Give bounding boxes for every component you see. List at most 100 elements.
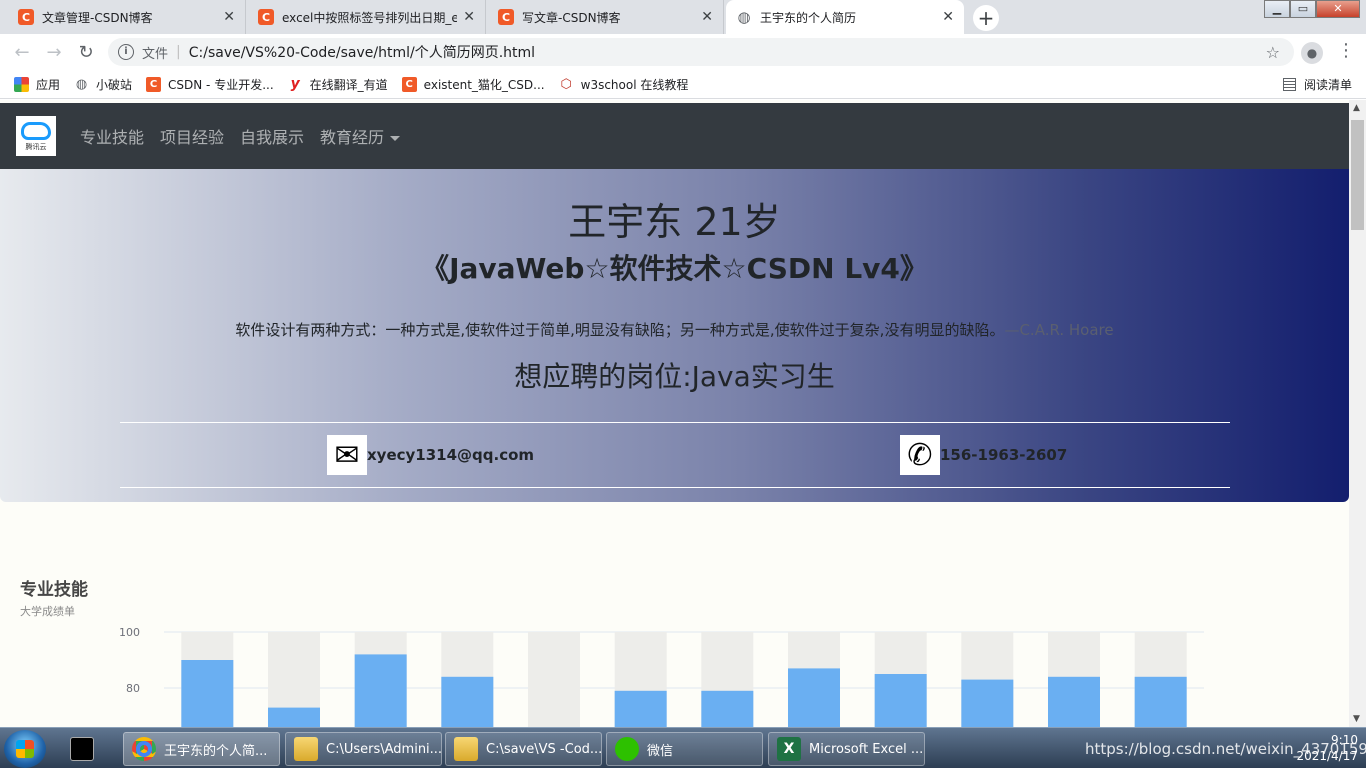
bar[interactable]: [1048, 676, 1100, 727]
bookmark-label: CSDN - 专业开发...: [168, 77, 274, 92]
close-icon[interactable]: ✕: [463, 9, 475, 25]
taskbar-label: Microsoft Excel ...: [809, 741, 924, 757]
taskbar-cmd[interactable]: [70, 732, 110, 766]
tab-title: excel中按照标签号排列出日期_e: [282, 10, 458, 25]
bar[interactable]: [701, 690, 754, 727]
nav-link-skills[interactable]: 专业技能: [80, 124, 144, 148]
tab-write-article[interactable]: C 写文章-CSDN博客 ✕: [488, 0, 724, 34]
taskbar-label: 王宇东的个人简...: [164, 743, 268, 759]
nav-link-label: 教育经历: [320, 128, 385, 147]
bookmark-bilibili[interactable]: ◍ 小破站: [74, 76, 132, 93]
vertical-scrollbar[interactable]: ▲ ▼: [1349, 100, 1366, 727]
tab-title: 王宇东的个人简历: [760, 10, 857, 25]
reading-list-label: 阅读清单: [1303, 77, 1352, 92]
phone-text: 156-1963-2607: [940, 446, 1068, 464]
new-tab-button[interactable]: +: [973, 5, 999, 31]
bookmarks-bar: 应用 ◍ 小破站 C CSDN - 专业开发... y 在线翻译_有道 Cexiste…: [0, 70, 1366, 99]
window-close-icon[interactable]: ✕: [1316, 0, 1360, 18]
tab-resume[interactable]: ◍ 王宇东的个人简历 ✕: [726, 0, 964, 34]
reading-list-icon: [1282, 77, 1296, 91]
bookmark-label: w3school 在线教程: [580, 77, 689, 92]
contact-email[interactable]: ✉ xyecy1314@qq.com: [327, 435, 534, 475]
bookmark-label: 在线翻译_有道: [309, 77, 388, 92]
divider: [120, 487, 1230, 488]
phone-icon: ✆: [900, 435, 940, 475]
tab-title: 文章管理-CSDN博客: [42, 10, 153, 25]
tab-strip: C 文章管理-CSDN博客 ✕ C excel中按照标签号排列出日期_e ✕ C…: [0, 0, 1366, 34]
taskbar-chrome[interactable]: 王宇东的个人简...: [123, 732, 280, 766]
taskbar-folder-users[interactable]: C:\Users\Admini...: [285, 732, 442, 766]
bar[interactable]: [268, 707, 320, 727]
chart-subtitle: 大学成绩单: [20, 605, 75, 618]
menu-kebab-icon[interactable]: ⋮: [1337, 40, 1355, 61]
watermark: https://blog.csdn.net/weixin_43701595: [1085, 740, 1366, 758]
wechat-icon: [615, 737, 639, 761]
close-icon[interactable]: ✕: [942, 9, 954, 25]
start-button[interactable]: [4, 730, 46, 768]
taskbar-excel[interactable]: X Microsoft Excel ...: [768, 732, 925, 766]
w3school-icon: ⬡: [560, 76, 572, 92]
csdn-icon: C: [18, 9, 34, 25]
csdn-icon: C: [401, 76, 417, 92]
bar[interactable]: [441, 676, 494, 727]
folder-icon: [454, 737, 478, 761]
divider: [120, 422, 1230, 423]
reading-list-button[interactable]: 阅读清单: [1282, 76, 1352, 93]
address-bar[interactable]: i 文件 | C:/save/VS%20-Code/save/html/个人简历…: [108, 38, 1294, 66]
csdn-icon: C: [258, 9, 274, 25]
bar[interactable]: [354, 654, 407, 727]
bookmark-apps[interactable]: 应用: [14, 76, 60, 93]
bookmark-star-icon[interactable]: ☆: [1266, 43, 1280, 62]
hero-subtitle: 《JavaWeb☆软件技术☆CSDN Lv4》: [421, 252, 928, 285]
bar[interactable]: [874, 674, 927, 727]
window-controls: ▁ ▭ ✕: [1264, 0, 1360, 18]
envelope-icon: ✉: [327, 435, 367, 475]
back-icon[interactable]: ←: [6, 42, 38, 63]
bookmark-csdn[interactable]: C CSDN - 专业开发...: [146, 76, 274, 93]
bar[interactable]: [181, 660, 234, 727]
taskbar-folder-save[interactable]: C:\save\VS -Cod...: [445, 732, 602, 766]
info-icon[interactable]: i: [118, 44, 134, 60]
hero-quote: 软件设计有两种方式：一种方式是,使软件过于简单,明显没有缺陷；另一种方式是,使软…: [0, 319, 1349, 340]
maximize-icon[interactable]: ▭: [1290, 0, 1316, 18]
y-tick-label: 80: [126, 682, 140, 695]
bar[interactable]: [614, 690, 667, 727]
nav-link-education[interactable]: 教育经历: [320, 124, 401, 148]
globe-icon: ◍: [737, 8, 751, 26]
apps-icon: [14, 76, 29, 92]
csdn-icon: C: [146, 76, 162, 92]
bar[interactable]: [788, 668, 840, 727]
nav-link-showcase[interactable]: 自我展示: [240, 124, 304, 148]
bar[interactable]: [1134, 676, 1187, 727]
tab-title: 写文章-CSDN博客: [522, 10, 621, 25]
quote-author: —C.A.R. Hoare: [1004, 321, 1114, 339]
hero-job: 想应聘的岗位:Java实习生: [514, 360, 835, 393]
taskbar-wechat[interactable]: 微信: [606, 732, 763, 766]
site-logo[interactable]: 腾讯云: [16, 116, 56, 156]
youdao-icon: y: [290, 76, 300, 92]
close-icon[interactable]: ✕: [701, 9, 713, 25]
caret-down-icon: [390, 136, 401, 141]
bookmark-w3school[interactable]: ⬡ w3school 在线教程: [559, 76, 689, 93]
scroll-down-icon[interactable]: ▼: [1353, 714, 1360, 724]
browser-toolbar: ← → ↻ i 文件 | C:/save/VS%20-Code/save/htm…: [0, 34, 1366, 70]
contact-phone[interactable]: ✆ 156-1963-2607: [900, 435, 1067, 475]
scroll-up-icon[interactable]: ▲: [1353, 103, 1360, 113]
windows-logo-icon: [16, 740, 34, 758]
tab-excel[interactable]: C excel中按照标签号排列出日期_e ✕: [248, 0, 486, 34]
excel-icon: X: [777, 737, 801, 761]
bookmark-youdao[interactable]: y 在线翻译_有道: [288, 76, 388, 93]
tab-article-manage[interactable]: C 文章管理-CSDN博客 ✕: [8, 0, 246, 34]
nav-link-projects[interactable]: 项目经验: [160, 124, 224, 148]
reload-icon[interactable]: ↻: [70, 42, 102, 63]
divider: |: [176, 44, 181, 60]
minimize-icon[interactable]: ▁: [1264, 0, 1290, 18]
bookmark-label: existent_猫化_CSD...: [423, 77, 545, 92]
close-icon[interactable]: ✕: [223, 9, 235, 25]
url-text[interactable]: C:/save/VS%20-Code/save/html/个人简历网页.html: [189, 42, 535, 62]
forward-icon[interactable]: →: [38, 42, 70, 63]
scroll-thumb[interactable]: [1351, 120, 1364, 230]
bar[interactable]: [961, 679, 1014, 727]
profile-avatar[interactable]: ●: [1301, 42, 1323, 64]
bookmark-existent[interactable]: Cexistent_猫化_CSD...: [401, 76, 545, 93]
